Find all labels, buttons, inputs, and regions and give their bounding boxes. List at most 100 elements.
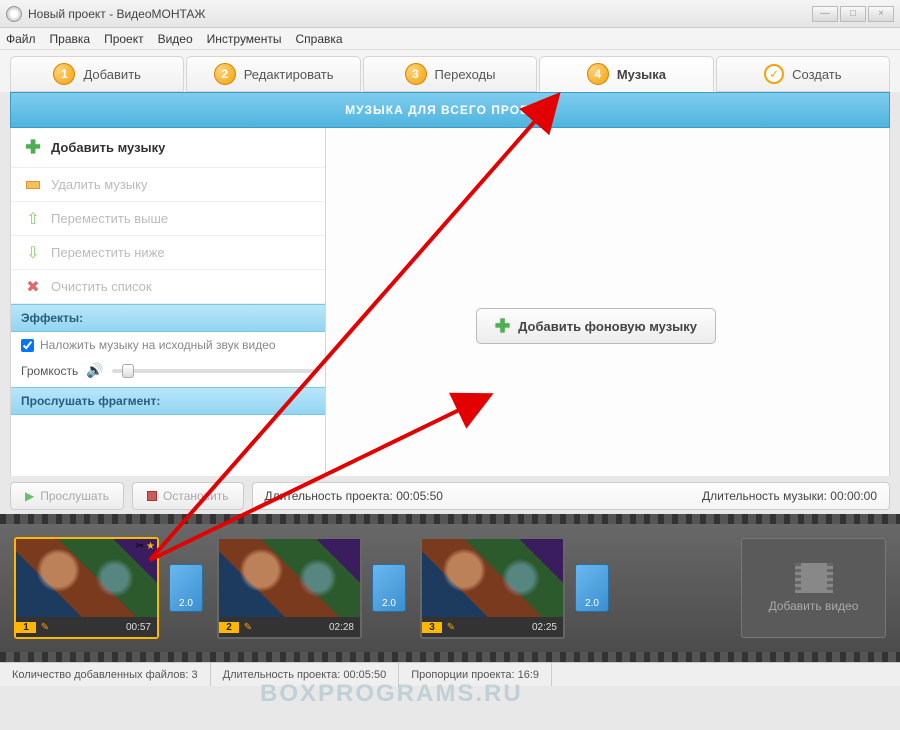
- move-up-button[interactable]: ⇧ Переместить выше: [11, 202, 325, 236]
- window-controls: — □ ×: [812, 6, 894, 22]
- clear-list-button[interactable]: ✖ Очистить список: [11, 270, 325, 304]
- window-title: Новый проект - ВидеоМОНТАЖ: [28, 7, 206, 21]
- clear-list-label: Очистить список: [51, 279, 152, 294]
- add-video-label: Добавить видео: [769, 599, 859, 613]
- stop-label: Остановить: [163, 489, 229, 503]
- plus-icon: ✚: [23, 138, 43, 158]
- pencil-icon[interactable]: ✎: [239, 622, 257, 633]
- x-icon: ✖: [23, 277, 43, 297]
- film-icon: [795, 563, 833, 593]
- clip-thumb: [219, 539, 360, 617]
- effects-header: Эффекты:: [11, 304, 325, 332]
- add-video-button[interactable]: Добавить видео: [741, 538, 886, 638]
- volume-slider[interactable]: [112, 369, 315, 373]
- content-area: ✚ Добавить фоновую музыку: [326, 128, 889, 476]
- add-bg-music-label: Добавить фоновую музыку: [518, 319, 697, 334]
- section-header-label: МУЗЫКА ДЛЯ ВСЕГО ПРОЕКТА: [345, 103, 555, 117]
- arrow-up-icon: ⇧: [23, 209, 43, 229]
- section-header: МУЗЫКА ДЛЯ ВСЕГО ПРОЕКТА: [10, 92, 890, 128]
- menu-file[interactable]: Файл: [6, 32, 36, 46]
- overlay-checkbox[interactable]: [21, 339, 34, 352]
- transition-dur: 2.0: [179, 598, 193, 609]
- delete-music-label: Удалить музыку: [51, 177, 147, 192]
- clip-time: 02:28: [329, 622, 360, 633]
- menu-edit[interactable]: Правка: [50, 32, 91, 46]
- close-button[interactable]: ×: [868, 6, 894, 22]
- check-badge: ✓: [764, 64, 784, 84]
- menu-video[interactable]: Видео: [158, 32, 193, 46]
- pencil-icon[interactable]: ✎: [442, 622, 460, 633]
- transition-2[interactable]: 2.0: [372, 564, 406, 612]
- titlebar: Новый проект - ВидеоМОНТАЖ — □ ×: [0, 0, 900, 28]
- menubar: Файл Правка Проект Видео Инструменты Спр…: [0, 28, 900, 50]
- menu-project[interactable]: Проект: [104, 32, 144, 46]
- play-label: Прослушать: [40, 489, 109, 503]
- play-button[interactable]: ▶ Прослушать: [10, 482, 124, 510]
- add-music-button[interactable]: ✚ Добавить музыку: [11, 128, 325, 168]
- menu-help[interactable]: Справка: [295, 32, 342, 46]
- duration-bar: Длительность проекта: 00:05:50 Длительно…: [252, 482, 891, 510]
- volume-row: Громкость 🔊: [11, 358, 325, 387]
- status-ratio: Пропорции проекта: 16:9: [399, 663, 552, 686]
- minimize-button[interactable]: —: [812, 6, 838, 22]
- clip-1[interactable]: ✂★ 1 ✎ 00:57: [14, 537, 159, 639]
- tab-music[interactable]: 4 Музыка: [539, 56, 713, 92]
- step-badge-2: 2: [214, 63, 236, 85]
- maximize-button[interactable]: □: [840, 6, 866, 22]
- tab-label: Переходы: [435, 67, 496, 82]
- play-icon: ▶: [25, 489, 34, 503]
- clip-thumb: ✂★: [16, 539, 157, 617]
- transition-1[interactable]: 2.0: [169, 564, 203, 612]
- clip-num: 2: [219, 622, 239, 633]
- scissors-icon: ✂: [136, 541, 144, 552]
- clip-time: 00:57: [126, 622, 157, 633]
- transition-dur: 2.0: [585, 598, 599, 609]
- step-badge-1: 1: [53, 63, 75, 85]
- tab-create[interactable]: ✓ Создать: [716, 56, 890, 92]
- tab-label: Редактировать: [244, 67, 334, 82]
- statusbar: Количество добавленных файлов: 3 Длитель…: [0, 662, 900, 686]
- clip-2[interactable]: 2 ✎ 02:28: [217, 537, 362, 639]
- tab-label: Добавить: [83, 67, 140, 82]
- timeline[interactable]: ✂★ 1 ✎ 00:57 2.0 2 ✎ 02:28 2.0 3 ✎: [0, 514, 900, 662]
- star-icon: ★: [146, 541, 155, 552]
- stop-button[interactable]: Остановить: [132, 482, 244, 510]
- preview-header: Прослушать фрагмент:: [11, 387, 325, 415]
- plus-icon: ✚: [495, 316, 510, 337]
- music-duration: Длительность музыки: 00:00:00: [702, 489, 877, 503]
- move-up-label: Переместить выше: [51, 211, 168, 226]
- tab-add[interactable]: 1 Добавить: [10, 56, 184, 92]
- status-files: Количество добавленных файлов: 3: [0, 663, 211, 686]
- proj-duration: Длительность проекта: 00:05:50: [265, 489, 443, 503]
- tab-label: Создать: [792, 67, 841, 82]
- wizard-tabs: 1 Добавить 2 Редактировать 3 Переходы 4 …: [0, 50, 900, 92]
- tab-edit[interactable]: 2 Редактировать: [186, 56, 360, 92]
- arrow-down-icon: ⇩: [23, 243, 43, 263]
- status-duration: Длительность проекта: 00:05:50: [211, 663, 400, 686]
- overlay-checkbox-row[interactable]: Наложить музыку на исходный звук видео: [11, 332, 325, 358]
- app-icon: [6, 6, 22, 22]
- clip-num: 1: [16, 622, 36, 633]
- move-down-button[interactable]: ⇩ Переместить ниже: [11, 236, 325, 270]
- transition-3[interactable]: 2.0: [575, 564, 609, 612]
- overlay-label: Наложить музыку на исходный звук видео: [40, 338, 276, 352]
- move-down-label: Переместить ниже: [51, 245, 165, 260]
- stop-icon: [147, 491, 157, 501]
- volume-label: Громкость: [21, 364, 78, 378]
- clip-thumb: [422, 539, 563, 617]
- speaker-icon: 🔊: [86, 362, 103, 379]
- step-badge-3: 3: [405, 63, 427, 85]
- add-bg-music-button[interactable]: ✚ Добавить фоновую музыку: [476, 308, 716, 344]
- tab-label: Музыка: [617, 67, 666, 82]
- delete-music-button[interactable]: Удалить музыку: [11, 168, 325, 202]
- controls-row: ▶ Прослушать Остановить Длительность про…: [10, 482, 890, 510]
- tab-transitions[interactable]: 3 Переходы: [363, 56, 537, 92]
- step-badge-4: 4: [587, 63, 609, 85]
- pencil-icon[interactable]: ✎: [36, 622, 54, 633]
- clip-3[interactable]: 3 ✎ 02:25: [420, 537, 565, 639]
- add-music-label: Добавить музыку: [51, 140, 165, 155]
- clip-num: 3: [422, 622, 442, 633]
- sidebar: ✚ Добавить музыку Удалить музыку ⇧ Перем…: [11, 128, 326, 476]
- clip-time: 02:25: [532, 622, 563, 633]
- menu-tools[interactable]: Инструменты: [207, 32, 282, 46]
